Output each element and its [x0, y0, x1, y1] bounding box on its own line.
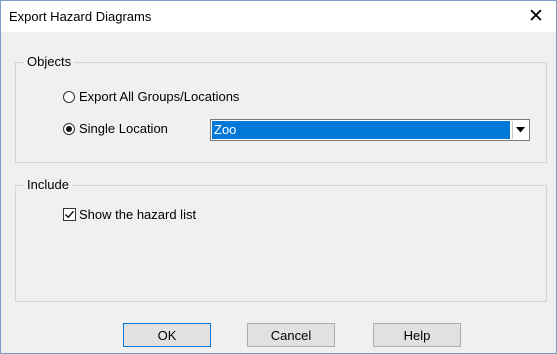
export-hazard-diagrams-dialog: Export Hazard Diagrams ✕ Objects Export …: [0, 0, 557, 354]
show-hazard-list-label: Show the hazard list: [79, 207, 197, 222]
radio-selected-dot: [66, 125, 72, 132]
dialog-title: Export Hazard Diagrams: [9, 9, 152, 24]
single-location-radio[interactable]: [63, 122, 75, 135]
title-bar: Export Hazard Diagrams ✕: [1, 1, 556, 32]
location-select[interactable]: Zoo: [210, 119, 530, 141]
single-location-label: Single Location: [79, 121, 168, 136]
show-hazard-list-checkbox[interactable]: [63, 208, 76, 221]
location-dropdown-button[interactable]: [512, 121, 528, 139]
objects-group-label: Objects: [24, 54, 75, 69]
export-all-radio-option[interactable]: Export All Groups/Locations: [63, 89, 239, 104]
include-groupbox: Include: [15, 177, 547, 302]
export-all-label: Export All Groups/Locations: [79, 89, 240, 104]
close-icon: ✕: [528, 6, 544, 27]
show-hazard-list-option[interactable]: Show the hazard list: [63, 207, 196, 222]
checkmark-icon: [65, 210, 74, 219]
include-group-label: Include: [24, 177, 72, 192]
location-select-value: Zoo: [212, 121, 510, 139]
help-button[interactable]: Help: [373, 323, 461, 347]
chevron-down-icon: [516, 127, 525, 133]
cancel-button[interactable]: Cancel: [247, 323, 335, 347]
ok-button[interactable]: OK: [123, 323, 211, 347]
objects-groupbox: Objects: [15, 54, 547, 163]
export-all-radio[interactable]: [63, 90, 75, 103]
close-button[interactable]: ✕: [516, 1, 556, 32]
single-location-radio-option[interactable]: Single Location: [63, 121, 168, 136]
